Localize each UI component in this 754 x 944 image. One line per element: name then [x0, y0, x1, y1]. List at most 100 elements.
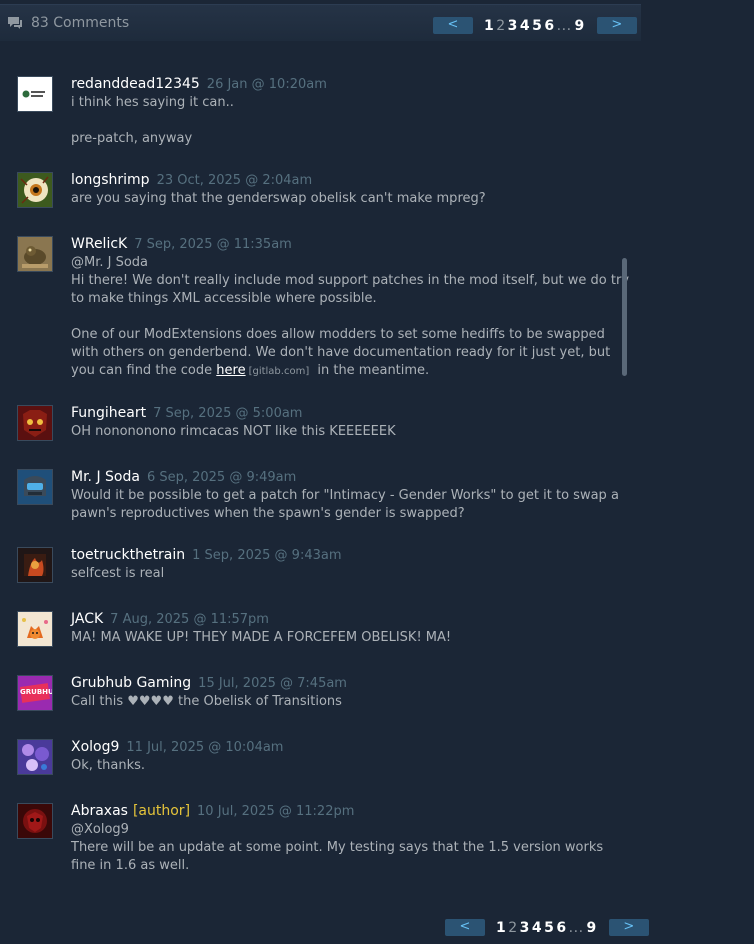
- comment-meta: Fungiheart 7 Sep, 2025 @ 5:00am: [71, 405, 302, 421]
- page-link-9[interactable]: 9: [587, 920, 597, 936]
- comment-meta: toetruckthetrain 1 Sep, 2025 @ 9:43am: [71, 547, 342, 563]
- comment-meta: JACK 7 Aug, 2025 @ 11:57pm: [71, 611, 269, 627]
- comment-timestamp: 7 Sep, 2025 @ 11:35am: [134, 237, 292, 252]
- dark-red-avatar[interactable]: [17, 803, 53, 839]
- pagination-top: < 1 2 3 4 5 6 ... 9 >: [433, 17, 637, 34]
- comments-header: 83 Comments < 1 2 3 4 5 6 ... 9 >: [0, 4, 641, 41]
- page-links: 1 2 3 4 5 6 ... 9: [484, 18, 587, 34]
- comment-meta: Xolog9 11 Jul, 2025 @ 10:04am: [71, 739, 283, 755]
- comment-line: i think hes saying it can..: [71, 95, 234, 110]
- comment-item: Mr. J Soda 6 Sep, 2025 @ 9:49am Would it …: [17, 469, 637, 529]
- comment-line: @Mr. J Soda: [71, 255, 149, 270]
- comment-item: toetruckthetrain 1 Sep, 2025 @ 9:43am sel…: [17, 547, 637, 587]
- comment-item: Abraxas [author] 10 Jul, 2025 @ 11:22pm @X…: [17, 803, 637, 883]
- comment-text: Ok, thanks.: [71, 758, 146, 773]
- page-link-2-current: 2: [508, 919, 518, 936]
- comment-author[interactable]: Mr. J Soda: [71, 469, 140, 485]
- prev-page-button[interactable]: <: [445, 919, 485, 936]
- gitlab-link[interactable]: here: [216, 363, 245, 378]
- comment-text: are you saying that the genderswap obeli…: [71, 191, 486, 206]
- page-ellipsis: ...: [556, 17, 572, 34]
- comment-timestamp: 7 Aug, 2025 @ 11:57pm: [110, 612, 269, 627]
- comment-text: Would it be possible to get a patch for …: [71, 488, 624, 521]
- comment-author[interactable]: Fungiheart: [71, 405, 146, 421]
- comment-author[interactable]: Xolog9: [71, 739, 119, 755]
- comment-item: longshrimp 23 Oct, 2025 @ 2:04am are you …: [17, 172, 637, 212]
- comment-item: GRUBHUB Grubhub Gaming 15 Jul, 2025 @ 7:4…: [17, 675, 637, 715]
- page-ellipsis: ...: [568, 919, 584, 936]
- comment-timestamp: 23 Oct, 2025 @ 2:04am: [156, 173, 313, 188]
- comment-timestamp: 26 Jan @ 10:20am: [206, 77, 327, 92]
- comment-item: Fungiheart 7 Sep, 2025 @ 5:00am OH nonono…: [17, 405, 637, 445]
- comment-author[interactable]: Grubhub Gaming: [71, 675, 191, 691]
- prev-page-button[interactable]: <: [433, 17, 473, 34]
- creature-avatar[interactable]: [17, 236, 53, 272]
- comment-meta: redanddead12345 26 Jan @ 10:20am: [71, 76, 327, 92]
- comment-item: redanddead12345 26 Jan @ 10:20am i think …: [17, 76, 637, 146]
- comment-text: i think hes saying it can.. pre-patch, a…: [71, 94, 631, 148]
- page-link-5[interactable]: 5: [532, 18, 542, 34]
- next-page-button[interactable]: >: [608, 919, 649, 936]
- comment-item: WRelicK 7 Sep, 2025 @ 11:35am @Mr. J Soda…: [17, 236, 637, 386]
- link-domain: [gitlab.com]: [248, 366, 310, 377]
- games-for-windows-avatar[interactable]: [17, 76, 53, 112]
- comment-timestamp: 11 Jul, 2025 @ 10:04am: [126, 740, 284, 755]
- comment-meta: WRelicK 7 Sep, 2025 @ 11:35am: [71, 236, 292, 252]
- comment-author[interactable]: longshrimp: [71, 172, 150, 188]
- comment-author[interactable]: toetruckthetrain: [71, 547, 185, 563]
- purple-art-avatar[interactable]: [17, 739, 53, 775]
- comment-author[interactable]: Abraxas: [71, 803, 128, 819]
- comment-timestamp: 7 Sep, 2025 @ 5:00am: [153, 406, 303, 421]
- comment-meta: Grubhub Gaming 15 Jul, 2025 @ 7:45am: [71, 675, 347, 691]
- author-badge: [author]: [132, 803, 191, 819]
- comment-text: MA! MA WAKE UP! THEY MADE A FORCEFEM OBE…: [71, 630, 452, 645]
- comment-line: @Xolog9: [71, 822, 129, 837]
- comment-timestamp: 15 Jul, 2025 @ 7:45am: [198, 676, 347, 691]
- helmet-avatar[interactable]: [17, 469, 53, 505]
- comment-meta: Mr. J Soda 6 Sep, 2025 @ 9:49am: [71, 469, 296, 485]
- page-link-3[interactable]: 3: [508, 18, 518, 34]
- page-link-4[interactable]: 4: [532, 920, 542, 936]
- comment-text: @Mr. J Soda Hi there! We don't really in…: [71, 254, 631, 381]
- comment-meta: Abraxas [author] 10 Jul, 2025 @ 11:22pm: [71, 803, 354, 819]
- fire-avatar[interactable]: [17, 547, 53, 583]
- grubhub-avatar[interactable]: GRUBHUB: [17, 675, 53, 711]
- comment-author[interactable]: redanddead12345: [71, 76, 200, 92]
- comment-author[interactable]: WRelicK: [71, 236, 127, 252]
- comment-author[interactable]: JACK: [71, 611, 103, 627]
- page-links: 1 2 3 4 5 6 ... 9: [496, 920, 599, 936]
- page-link-1[interactable]: 1: [484, 18, 494, 34]
- page-link-1[interactable]: 1: [496, 920, 506, 936]
- text-scrollbar[interactable]: [622, 258, 627, 376]
- comment-line: pre-patch, anyway: [71, 131, 193, 146]
- fox-avatar[interactable]: [17, 611, 53, 647]
- page-link-3[interactable]: 3: [520, 920, 530, 936]
- grubhub-logo-text: GRUBHUB: [20, 688, 52, 696]
- comment-timestamp: 1 Sep, 2025 @ 9:43am: [192, 548, 342, 563]
- comment-count: 83 Comments: [31, 15, 130, 31]
- eyeball-avatar[interactable]: [17, 172, 53, 208]
- comment-line: Hi there! We don't really include mod su…: [71, 273, 634, 306]
- comment-line: There will be an update at some point. M…: [71, 840, 608, 873]
- comment-text: selfcest is real: [71, 566, 165, 581]
- comment-text: Call this ♥♥♥♥ the Obelisk of Transition…: [71, 694, 342, 709]
- comment-item: JACK 7 Aug, 2025 @ 11:57pm MA! MA WAKE UP…: [17, 611, 637, 651]
- comment-line: in the meantime.: [317, 363, 430, 378]
- comment-timestamp: 10 Jul, 2025 @ 11:22pm: [197, 804, 355, 819]
- page-link-4[interactable]: 4: [520, 18, 530, 34]
- comment-item: Xolog9 11 Jul, 2025 @ 10:04am Ok, thanks.: [17, 739, 637, 779]
- comment-meta: longshrimp 23 Oct, 2025 @ 2:04am: [71, 172, 312, 188]
- comments-panel: 83 Comments < 1 2 3 4 5 6 ... 9 > redand…: [0, 0, 649, 944]
- page-link-5[interactable]: 5: [544, 920, 554, 936]
- page-link-6[interactable]: 6: [556, 920, 566, 936]
- next-page-button[interactable]: >: [596, 17, 637, 34]
- page-link-2-current: 2: [496, 17, 506, 34]
- comment-timestamp: 6 Sep, 2025 @ 9:49am: [146, 470, 297, 485]
- comment-text: OH nonononono rimcacas NOT like this KEE…: [71, 424, 396, 439]
- pagination-bottom: < 1 2 3 4 5 6 ... 9 >: [445, 919, 649, 936]
- comment-text: @Xolog9 There will be an update at some …: [71, 821, 631, 875]
- page-link-6[interactable]: 6: [544, 18, 554, 34]
- red-mask-avatar[interactable]: [17, 405, 53, 441]
- page-link-9[interactable]: 9: [575, 18, 585, 34]
- speech-bubble-icon: [8, 17, 22, 29]
